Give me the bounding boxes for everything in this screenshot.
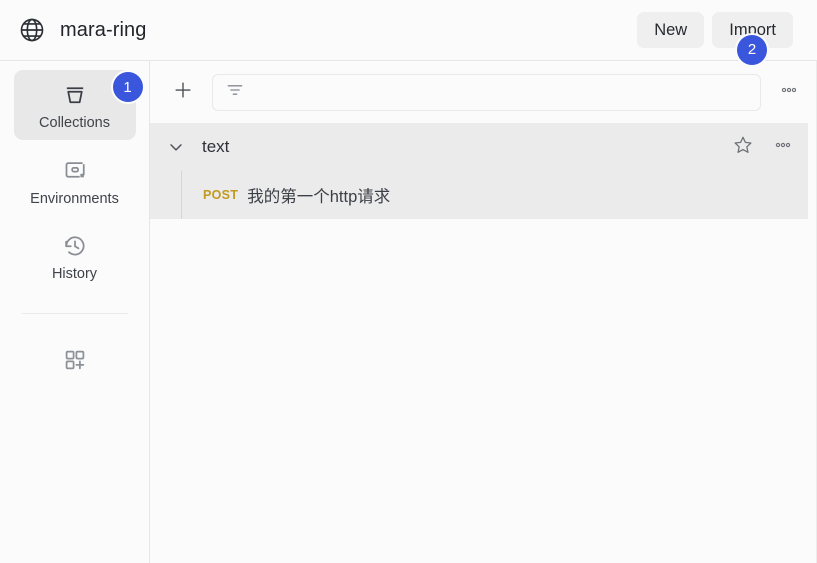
environments-icon bbox=[61, 157, 89, 185]
app-body: Collections 1 Environments History text … bbox=[0, 61, 817, 563]
collection-favorite-button[interactable] bbox=[730, 134, 756, 160]
import-step-badge: 2 bbox=[737, 34, 767, 65]
collection-name: text bbox=[202, 137, 230, 156]
sidebar-item-environments-label: Environments bbox=[30, 190, 119, 207]
import-button-wrap: Import 2 bbox=[712, 11, 793, 65]
chevron-down-icon[interactable] bbox=[166, 137, 202, 157]
filter-icon bbox=[225, 80, 245, 105]
star-icon bbox=[732, 134, 754, 161]
app-header: mara-ring New Import 2 bbox=[0, 0, 817, 65]
header-actions: New Import 2 bbox=[637, 11, 793, 65]
collections-more-button[interactable] bbox=[773, 76, 805, 108]
collections-icon bbox=[61, 81, 89, 109]
sidebar-item-history-label: History bbox=[51, 266, 98, 282]
workspace-brand: mara-ring bbox=[18, 16, 146, 44]
new-button[interactable]: New bbox=[637, 11, 705, 49]
collections-step-badge: 1 bbox=[112, 72, 143, 102]
grid-plus-icon bbox=[61, 346, 89, 374]
sidebar-rail: Collections 1 Environments History bbox=[0, 61, 150, 563]
collections-panel: text POST 我的第一个http请求 bbox=[150, 61, 817, 563]
sidebar-item-collections-label: Collections bbox=[39, 115, 110, 131]
app-window: mara-ring New Import 2 Collections 1 Env… bbox=[0, 0, 817, 563]
more-horizontal-icon bbox=[779, 80, 799, 105]
collection-more-button[interactable] bbox=[770, 134, 796, 160]
filter-field[interactable] bbox=[212, 73, 761, 111]
history-clock-icon bbox=[61, 232, 89, 260]
sidebar-add-module-button[interactable] bbox=[14, 336, 136, 384]
collection-item: text POST 我的第一个http请求 bbox=[150, 123, 808, 219]
collections-list: text POST 我的第一个http请求 bbox=[150, 123, 817, 563]
sidebar-item-history[interactable]: History bbox=[14, 221, 136, 291]
more-horizontal-icon bbox=[773, 135, 793, 160]
sidebar-divider bbox=[21, 312, 128, 314]
collections-toolbar bbox=[150, 61, 817, 123]
request-name: 我的第一个http请求 bbox=[247, 188, 391, 206]
filter-input[interactable] bbox=[255, 83, 748, 101]
workspace-title: mara-ring bbox=[60, 18, 147, 41]
collection-header[interactable]: text bbox=[150, 123, 808, 171]
request-row[interactable]: POST 我的第一个http请求 bbox=[150, 171, 808, 219]
plus-icon bbox=[172, 79, 194, 106]
add-collection-button[interactable] bbox=[166, 75, 200, 109]
request-method: POST bbox=[203, 188, 239, 202]
sidebar-item-environments[interactable]: Environments bbox=[14, 146, 136, 216]
collection-actions bbox=[730, 134, 796, 160]
globe-icon bbox=[18, 16, 46, 44]
sidebar-item-collections[interactable]: Collections 1 bbox=[13, 70, 143, 140]
